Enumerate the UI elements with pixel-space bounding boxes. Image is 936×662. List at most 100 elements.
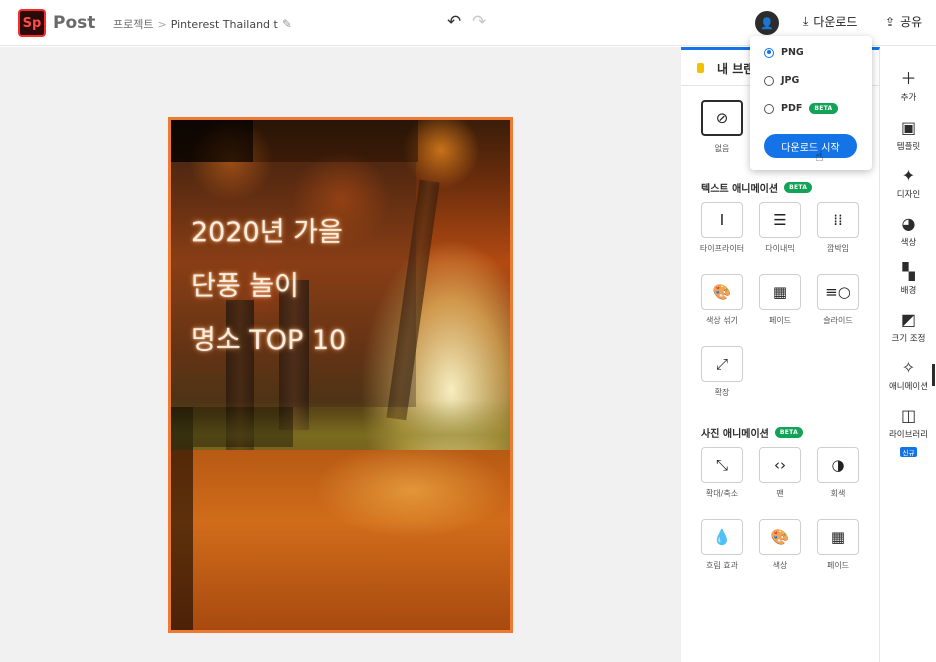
poster-title-line: 단풍 놀이 (191, 271, 299, 302)
grayscale-label: 회색 (830, 489, 846, 498)
photo-animation-title: 사진 애니메이션 (701, 429, 769, 440)
brand-label[interactable]: 내 브랜 (717, 60, 754, 77)
library-icon: ◫ (900, 406, 917, 425)
rename-pencil-icon[interactable]: ✎ (282, 17, 292, 31)
palette-icon: ◕ (901, 214, 916, 233)
brand-icon (697, 63, 704, 73)
animation-none-button[interactable]: ⊘ (701, 100, 743, 136)
breadcrumb: 프로젝트 > Pinterest Thailand t ✎ (113, 16, 292, 32)
app-logo[interactable]: Sp (18, 9, 46, 37)
format-label: PNG (781, 47, 804, 58)
rail-item-colors[interactable]: ◕ 색상 (881, 214, 936, 248)
fade-button[interactable]: ▦ (759, 274, 801, 310)
expand-button[interactable]: ⤢ (701, 346, 743, 382)
start-download-button[interactable]: 다운로드 시작 (764, 134, 857, 158)
poster-title-line: 2020년 가을 (191, 217, 343, 248)
template-icon: ▣ (900, 118, 917, 137)
rail-item-design[interactable]: ✦ 디자인 (881, 166, 936, 200)
rail-item-resize[interactable]: ◩ 크기 조정 (881, 310, 936, 344)
new-badge: 신규 (899, 447, 918, 457)
design-wand-icon: ✦ (901, 166, 916, 185)
rail-label: 배경 (900, 286, 917, 296)
rail-item-library[interactable]: ◫ 라이브러리 신규 (881, 406, 936, 459)
tool-rail: ＋ 추가 ▣ 템플릿 ✦ 디자인 ◕ 색상 ▚ 배경 ◩ 크기 조정 ✧ 애니메… (881, 47, 936, 662)
breadcrumb-separator: > (157, 17, 167, 31)
zoom-icon: ⤡ (715, 456, 728, 474)
rail-label: 템플릿 (896, 142, 921, 152)
share-label: 공유 (900, 15, 923, 29)
rail-item-animation[interactable]: ✧ 애니메이션 (881, 358, 936, 392)
app-name: Post (53, 13, 96, 33)
invite-user-icon[interactable]: 👤 (755, 11, 779, 35)
poster-title[interactable]: 2020년 가을 단풍 놀이 명소 TOP 10 (191, 206, 346, 368)
poster-dark-block (193, 407, 293, 447)
blur-label: 흐림 효과 (706, 561, 738, 570)
format-option-png[interactable]: PNG (764, 47, 804, 58)
text-animation-heading: 텍스트 애니메이션 BETA (701, 180, 813, 195)
rail-item-add[interactable]: ＋ 추가 (881, 69, 936, 103)
grayscale-button[interactable]: ◑ (817, 447, 859, 483)
pan-icon: ‹› (774, 456, 786, 474)
poster-title-line: 명소 TOP 10 (191, 325, 347, 356)
photo-fade-label: 페이드 (826, 561, 850, 570)
text-animation-title: 텍스트 애니메이션 (701, 184, 779, 195)
color-mix-button[interactable]: 🎨 (701, 274, 743, 310)
layout-icon: ▚ (902, 262, 915, 281)
grayscale-icon: ◑ (831, 456, 845, 474)
breadcrumb-projects[interactable]: 프로젝트 (113, 16, 153, 32)
color-button[interactable]: 🎨 (759, 519, 801, 555)
beta-badge: BETA (784, 182, 813, 193)
download-menu: PNG JPG PDF BETA 다운로드 시작 (750, 36, 872, 170)
rail-label: 디자인 (896, 190, 921, 200)
download-button[interactable]: ⤓ 다운로드 (803, 13, 857, 30)
pan-label: 팬 (776, 489, 784, 498)
poster-ground (171, 450, 510, 630)
poster-canvas[interactable]: 2020년 가을 단풍 놀이 명소 TOP 10 (168, 117, 513, 633)
blur-icon: 💧 (712, 528, 732, 546)
color-mix-label: 색상 섞기 (706, 316, 738, 325)
radio-icon[interactable] (764, 103, 774, 114)
poster-dark-block (171, 407, 193, 630)
format-option-pdf[interactable]: PDF BETA (764, 103, 838, 114)
download-label: 다운로드 (813, 15, 858, 29)
redo-icon[interactable]: ↷ (472, 12, 486, 32)
flicker-button[interactable]: ⁞⁞ (817, 202, 859, 238)
slide-button[interactable]: ≡○ (817, 274, 859, 310)
dynamic-label: 다이내믹 (765, 244, 795, 253)
typewriter-button[interactable]: I (701, 202, 743, 238)
pan-button[interactable]: ‹› (759, 447, 801, 483)
breadcrumb-project-name[interactable]: Pinterest Thailand t (171, 18, 278, 31)
fade-icon: ▦ (830, 528, 846, 546)
rail-label: 색상 (900, 238, 917, 248)
download-icon: ⤓ (803, 14, 809, 28)
resize-icon: ◩ (900, 310, 917, 329)
hand-cursor-icon: ☝ (815, 149, 824, 165)
dynamic-button[interactable]: ☰ (759, 202, 801, 238)
typewriter-label: 타이프라이터 (699, 244, 745, 253)
blur-button[interactable]: 💧 (701, 519, 743, 555)
fade-icon: ▦ (772, 283, 788, 301)
color-icon: 🎨 (770, 528, 790, 546)
beta-badge: BETA (774, 427, 804, 438)
radio-icon[interactable] (764, 75, 774, 86)
animation-icon: ✧ (901, 358, 916, 377)
zoom-button[interactable]: ⤡ (701, 447, 743, 483)
rail-label: 라이브러리 (888, 430, 929, 440)
rail-item-templates[interactable]: ▣ 템플릿 (881, 118, 936, 152)
radio-selected-icon[interactable] (764, 47, 774, 58)
flicker-label: 깜박임 (826, 244, 850, 253)
photo-fade-button[interactable]: ▦ (817, 519, 859, 555)
undo-icon[interactable]: ↶ (447, 12, 461, 32)
typewriter-icon: I (719, 211, 725, 229)
flicker-icon: ⁞⁞ (833, 211, 843, 229)
rail-item-layout[interactable]: ▚ 배경 (881, 262, 936, 296)
share-icon: ⇪ (885, 14, 896, 29)
palette-icon: 🎨 (712, 283, 732, 301)
expand-icon: ⤢ (715, 355, 728, 373)
photo-animation-heading: 사진 애니메이션 BETA (701, 425, 804, 440)
rail-label: 추가 (900, 93, 917, 103)
zoom-label: 확대/축소 (705, 489, 739, 498)
format-option-jpg[interactable]: JPG (764, 75, 799, 86)
share-button[interactable]: ⇪ 공유 (885, 13, 922, 30)
plus-icon: ＋ (900, 69, 917, 88)
